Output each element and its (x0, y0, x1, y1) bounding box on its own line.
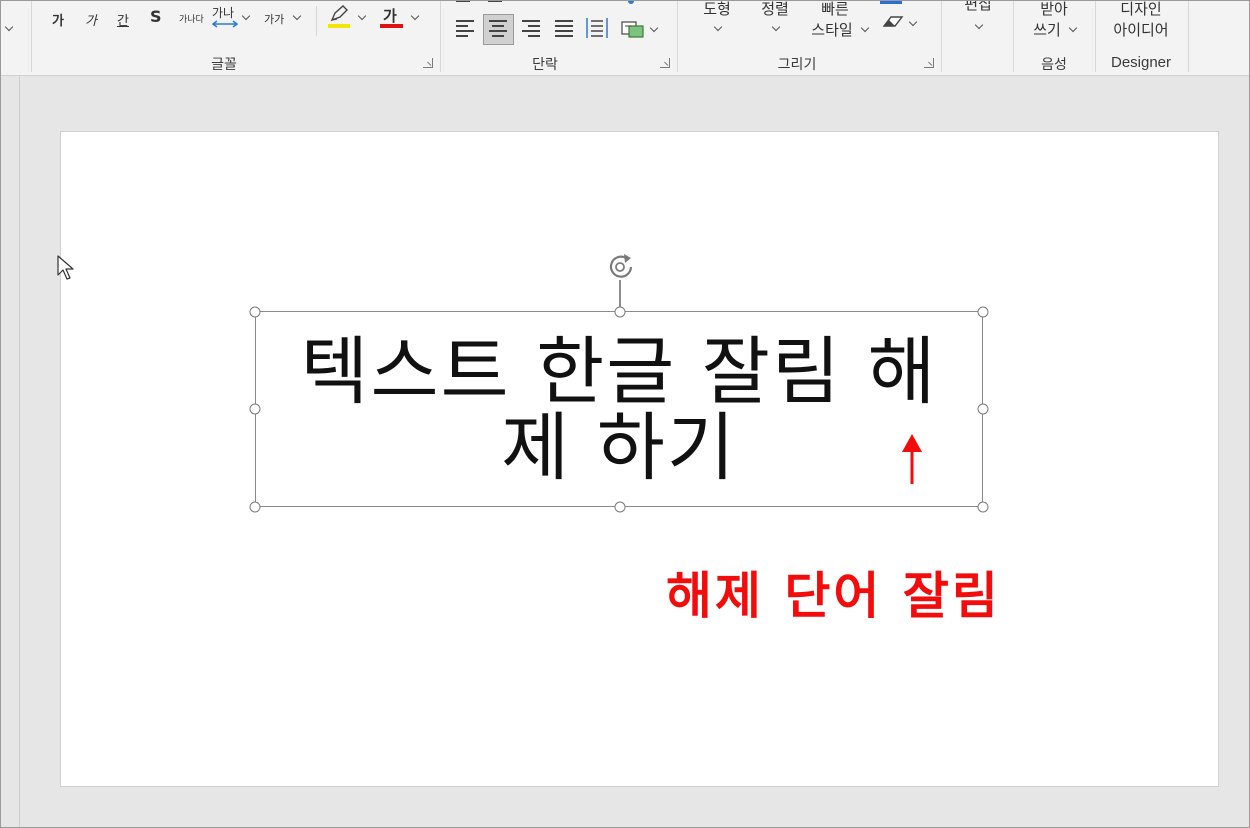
italic-button[interactable]: 가 (85, 10, 97, 29)
shapes-button[interactable]: 도형 (703, 0, 731, 19)
strikethrough-button[interactable]: S (150, 7, 162, 26)
chevron-down-icon[interactable] (241, 11, 251, 21)
spacing-arrows-icon (212, 20, 238, 28)
underline-button[interactable]: 간 (117, 10, 129, 29)
dialog-launcher-icon[interactable] (660, 58, 670, 68)
dictate-label-line2[interactable]: 쓰기 (1033, 19, 1061, 40)
partial-icon-line (488, 0, 502, 2)
thumbnail-pane-edge (19, 76, 20, 828)
partial-icon-line (456, 0, 470, 2)
highlighter-icon[interactable] (328, 5, 350, 23)
mouse-pointer-icon (57, 255, 74, 280)
chevron-down-icon[interactable] (649, 23, 659, 33)
resize-handle-top-right[interactable] (977, 306, 989, 318)
group-separator (31, 0, 32, 72)
shape-fill-color-bar (880, 0, 902, 4)
arrange-button[interactable]: 정렬 (761, 0, 789, 19)
annotation-text: 해제 단어 잘림 (666, 567, 1001, 625)
dialog-launcher-icon[interactable] (423, 58, 433, 68)
group-separator (1095, 0, 1096, 72)
character-spacing-label: 가나 (212, 6, 235, 20)
text-box-content[interactable]: 텍스트 한글 잘림 해제 하기 (276, 334, 962, 486)
bold-button[interactable]: 가 (52, 10, 64, 29)
paragraph-group-label: 단락 (532, 57, 558, 73)
resize-handle-bottom-left[interactable] (249, 501, 261, 513)
quick-styles-label-line1[interactable]: 빠른 (821, 0, 849, 19)
group-separator (677, 0, 678, 72)
design-ideas-label-line2[interactable]: 아이디어 (1113, 19, 1168, 40)
chevron-down-icon[interactable] (4, 22, 14, 32)
dictate-label-line1[interactable]: 받아 (1040, 0, 1068, 19)
group-separator (941, 0, 942, 72)
text-shadow-button[interactable]: 가나다 (179, 12, 204, 25)
design-ideas-label-line1[interactable]: 디자인 (1120, 0, 1161, 19)
chevron-down-icon[interactable] (292, 11, 302, 21)
quick-styles-label-line2[interactable]: 스타일 (811, 19, 852, 40)
designer-group-label: Designer (1110, 54, 1172, 71)
font-color-button[interactable]: 가 (383, 5, 397, 26)
chevron-down-icon[interactable] (974, 20, 984, 30)
group-separator (440, 0, 441, 72)
group-separator (1188, 0, 1189, 72)
resize-handle-bottom-right[interactable] (977, 501, 989, 513)
resize-handle-right[interactable] (977, 403, 989, 415)
chevron-down-icon[interactable] (410, 11, 420, 21)
chevron-down-icon[interactable] (908, 17, 918, 27)
red-arrow-up-icon (902, 434, 922, 484)
font-color-bar (380, 24, 403, 28)
chevron-down-icon[interactable] (860, 23, 870, 33)
chevron-down-icon[interactable] (771, 22, 781, 32)
divider (316, 6, 317, 36)
resize-handle-top-left[interactable] (249, 306, 261, 318)
distributed-align-icon[interactable] (585, 16, 609, 40)
rotate-handle-icon[interactable] (605, 252, 637, 282)
change-case-button[interactable]: 가가 (264, 11, 284, 27)
align-right-icon[interactable] (520, 17, 542, 39)
group-separator (1013, 0, 1014, 72)
resize-handle-bottom[interactable] (614, 501, 626, 513)
justify-icon[interactable] (553, 17, 575, 39)
resize-handle-top[interactable] (614, 306, 626, 318)
ribbon: 가 가 간 S 가나다 가나 가가 가 글꼴 단락 도형 정렬 빠른 스타일 그… (0, 0, 1250, 76)
chevron-down-icon[interactable] (357, 11, 367, 21)
smartart-convert-icon[interactable] (620, 16, 646, 40)
align-center-icon[interactable] (487, 17, 509, 39)
dialog-launcher-icon[interactable] (924, 58, 934, 68)
drawing-group-label: 그리기 (777, 57, 817, 73)
chevron-down-icon[interactable] (713, 22, 723, 32)
character-spacing-button[interactable]: 가나 (212, 4, 234, 21)
voice-group-label: 음성 (1041, 57, 1067, 73)
resize-handle-left[interactable] (249, 403, 261, 415)
eraser-icon[interactable] (881, 14, 905, 30)
chevron-down-icon[interactable] (1068, 23, 1078, 33)
highlight-color-bar (328, 24, 350, 28)
editing-button[interactable]: 편집 (964, 0, 992, 14)
text-box[interactable]: 텍스트 한글 잘림 해제 하기 (255, 311, 983, 507)
align-left-icon[interactable] (454, 17, 476, 39)
font-group-label: 글꼴 (211, 57, 237, 73)
partial-icon (628, 0, 634, 4)
